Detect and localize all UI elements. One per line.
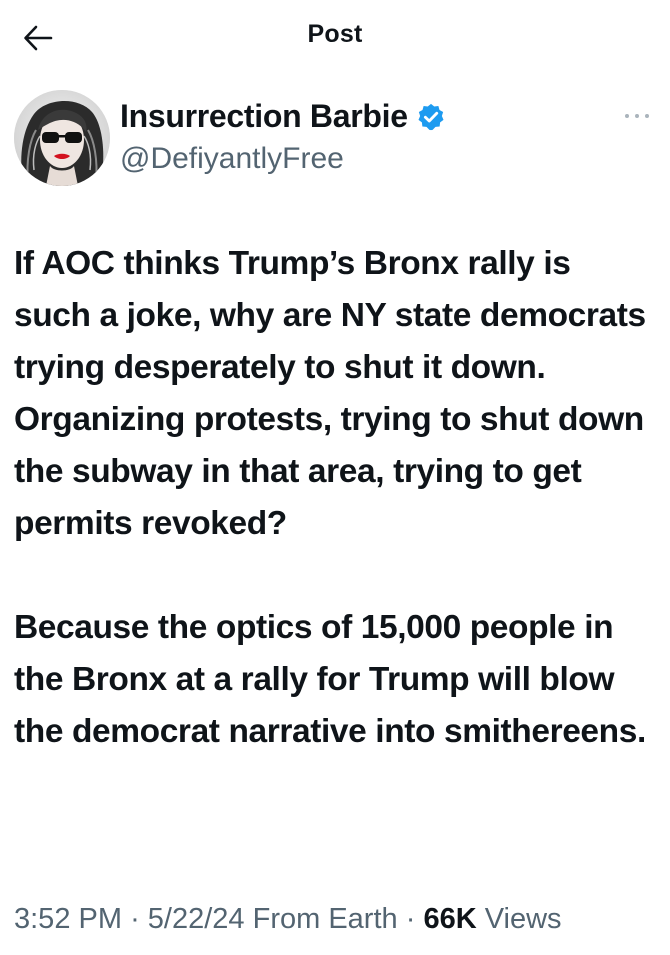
post-text: If AOC thinks Trump’s Bronx rally is suc… xyxy=(14,238,654,758)
views-label: Views xyxy=(484,903,562,935)
more-options-button[interactable] xyxy=(622,106,652,126)
post-source: From Earth xyxy=(252,903,398,935)
post-paragraph: Because the optics of 15,000 people in t… xyxy=(14,609,646,750)
post-date[interactable]: 5/22/24 xyxy=(148,903,245,935)
top-bar: Post xyxy=(0,0,670,72)
display-name[interactable]: Insurrection Barbie xyxy=(120,98,408,135)
post-paragraph: If AOC thinks Trump’s Bronx rally is suc… xyxy=(14,245,646,542)
author-header: Insurrection Barbie @DefiyantlyFree xyxy=(14,90,654,190)
avatar-woman-sunglasses-icon xyxy=(14,90,110,186)
display-name-row: Insurrection Barbie xyxy=(120,98,446,135)
post-time[interactable]: 3:52 PM xyxy=(14,903,122,935)
more-horizontal-icon xyxy=(625,114,649,118)
user-handle[interactable]: @DefiyantlyFree xyxy=(120,142,344,176)
meta-separator: · xyxy=(130,903,140,935)
post-meta: 3:52 PM · 5/22/24 From Earth · 66K Views xyxy=(14,893,664,945)
verified-badge-icon xyxy=(418,103,444,130)
avatar[interactable] xyxy=(14,90,110,186)
view-count[interactable]: 66K xyxy=(423,903,476,935)
page-title: Post xyxy=(307,20,363,48)
meta-separator: · xyxy=(405,903,416,935)
